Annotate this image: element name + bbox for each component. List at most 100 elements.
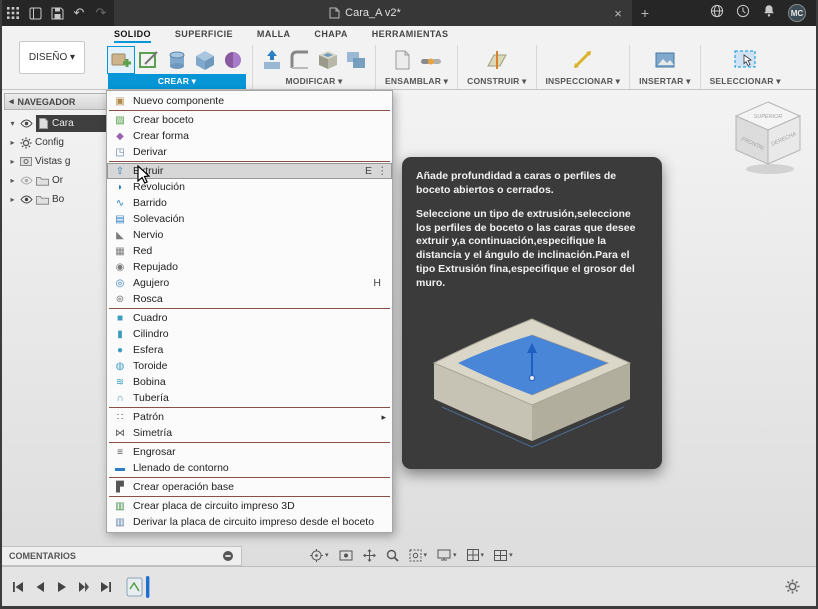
menu-item-llenado-de-contorno[interactable]: ▬ Llenado de contorno: [107, 460, 392, 476]
menu-item-crear-boceto[interactable]: ▨ Crear boceto: [107, 112, 392, 128]
timeline-feature-sketch[interactable]: [126, 574, 156, 600]
browser-header[interactable]: ◂ NAVEGADOR: [4, 93, 122, 110]
pan-icon[interactable]: [362, 548, 376, 562]
collapse-icon[interactable]: ▸: [8, 176, 17, 185]
step-back-icon[interactable]: [32, 579, 48, 595]
collapse-icon[interactable]: ▸: [8, 138, 17, 147]
collapse-icon[interactable]: ▸: [8, 157, 17, 166]
toolbar-group-label-crear[interactable]: CREAR ▾: [108, 74, 246, 89]
toolbar-group-label-construir[interactable]: CONSTRUIR ▾: [464, 74, 529, 89]
visibility-eye-icon[interactable]: [20, 195, 33, 204]
viewports-icon[interactable]: ▾: [494, 549, 513, 561]
user-avatar[interactable]: MC: [788, 4, 806, 22]
menu-item-revolucion[interactable]: ◗ Revolución: [107, 179, 392, 195]
menu-item-toroide[interactable]: ◍ Toroide: [107, 358, 392, 374]
expand-icon[interactable]: ▾: [8, 119, 17, 128]
menu-item-nuevo-componente[interactable]: ▣ Nuevo componente: [107, 93, 392, 109]
menu-item-derivar[interactable]: ◳ Derivar: [107, 144, 392, 160]
job-status-icon[interactable]: [736, 4, 750, 23]
collapse-panel-icon[interactable]: ◂: [9, 96, 14, 107]
menu-item-simetria[interactable]: ⋈ Simetría: [107, 425, 392, 441]
orbit-icon[interactable]: ▾: [310, 548, 329, 562]
create-box-icon[interactable]: [192, 47, 218, 73]
browser-item-sketches[interactable]: ▸ Bo: [4, 190, 122, 209]
tab-chapa[interactable]: CHAPA: [314, 29, 347, 43]
menu-item-cuadro[interactable]: ■ Cuadro: [107, 310, 392, 326]
menu-item-extruir[interactable]: ⇧ Extruir E ⋮: [107, 163, 392, 179]
create-sketch-icon[interactable]: [136, 47, 162, 73]
menu-item-crear-forma[interactable]: ◆ Crear forma: [107, 128, 392, 144]
play-icon[interactable]: [54, 579, 70, 595]
measure-icon[interactable]: [570, 47, 596, 73]
collapse-icon[interactable]: ▸: [8, 195, 17, 204]
workspace-switcher-button[interactable]: DISEÑO ▾: [18, 41, 86, 74]
zoom-icon[interactable]: [386, 549, 399, 562]
notification-bell-icon[interactable]: [762, 3, 776, 23]
menu-item-tuberia[interactable]: ∩ Tubería: [107, 390, 392, 406]
comments-options-icon[interactable]: [222, 550, 234, 562]
menu-item-nervio[interactable]: ◣ Nervio: [107, 227, 392, 243]
display-settings-icon[interactable]: ▾: [437, 549, 457, 561]
menu-item-bobina[interactable]: ≋ Bobina: [107, 374, 392, 390]
new-tab-button[interactable]: +: [632, 5, 658, 21]
document-tab[interactable]: Cara_A v2* ×: [114, 0, 632, 26]
menu-item-solevacion[interactable]: ▤ Solevación: [107, 211, 392, 227]
undo-icon[interactable]: ↶: [68, 0, 90, 26]
assemble-component-icon[interactable]: [390, 47, 416, 73]
more-options-icon[interactable]: ⋮: [377, 165, 388, 177]
menu-item-esfera[interactable]: ● Esfera: [107, 342, 392, 358]
toolbar-group-label-seleccionar[interactable]: SELECCIONAR ▾: [707, 74, 784, 89]
tab-malla[interactable]: MALLA: [257, 29, 291, 43]
menu-item-crear-placa-3d[interactable]: ▥ Crear placa de circuito impreso 3D: [107, 498, 392, 514]
menu-item-agujero[interactable]: ◎ Agujero H: [107, 275, 392, 291]
shell-icon[interactable]: [315, 47, 341, 73]
timeline-settings-gear-icon[interactable]: [785, 579, 800, 594]
toolbar-group-label-modificar[interactable]: MODIFICAR ▾: [259, 74, 369, 89]
menu-item-rosca[interactable]: ⊛ Rosca: [107, 291, 392, 307]
toolbar-group-label-inspeccionar[interactable]: INSPECCIONAR ▾: [543, 74, 624, 89]
combine-icon[interactable]: [343, 47, 369, 73]
go-to-start-icon[interactable]: [10, 579, 26, 595]
joint-icon[interactable]: [418, 47, 444, 73]
visibility-eye-off-icon[interactable]: [20, 176, 33, 185]
toolbar-group-label-insertar[interactable]: INSERTAR ▾: [636, 74, 693, 89]
menu-item-patron[interactable]: ∷ Patrón ▸: [107, 409, 392, 425]
menu-item-crear-operacion-base[interactable]: ▛ Crear operación base: [107, 479, 392, 495]
menu-item-red[interactable]: ▦ Red: [107, 243, 392, 259]
fillet-icon[interactable]: [287, 47, 313, 73]
globe-icon[interactable]: [710, 4, 724, 23]
step-forward-icon[interactable]: [76, 579, 92, 595]
timeline-position-marker[interactable]: [146, 575, 150, 598]
menu-item-barrido[interactable]: ∿ Barrido: [107, 195, 392, 211]
toolbar-group-label-ensamblar[interactable]: ENSAMBLAR ▾: [382, 74, 451, 89]
create-form-icon[interactable]: [220, 47, 246, 73]
menu-item-cilindro[interactable]: ▮ Cilindro: [107, 326, 392, 342]
new-component-icon[interactable]: [107, 45, 135, 74]
save-icon[interactable]: [46, 0, 68, 26]
fit-view-icon[interactable]: ▾: [409, 549, 427, 562]
menu-item-engrosar[interactable]: ≡ Engrosar: [107, 444, 392, 460]
visibility-eye-icon[interactable]: [20, 119, 33, 128]
tab-superficie[interactable]: SUPERFICIE: [175, 29, 233, 43]
insert-icon[interactable]: [652, 47, 678, 73]
browser-item-origin[interactable]: ▸ Or: [4, 171, 122, 190]
go-to-end-icon[interactable]: [98, 579, 114, 595]
browser-item-settings[interactable]: ▸ Config: [4, 133, 122, 152]
data-panel-icon[interactable]: [24, 0, 46, 26]
viewcube[interactable]: SUPERIOR FRONTAL DERECHA: [726, 94, 810, 178]
app-grid-icon[interactable]: [2, 0, 24, 26]
press-pull-icon[interactable]: [259, 47, 285, 73]
tab-herramientas[interactable]: HERRAMIENTAS: [372, 29, 449, 43]
select-icon[interactable]: [732, 47, 758, 73]
browser-item-document[interactable]: ▾ Cara: [4, 114, 122, 133]
comments-bar[interactable]: COMENTARIOS: [2, 546, 242, 566]
menu-item-derivar-placa[interactable]: ▥ Derivar la placa de circuito impreso de…: [107, 514, 392, 530]
browser-item-named-views[interactable]: ▸ Vistas g: [4, 152, 122, 171]
menu-item-repujado[interactable]: ◉ Repujado: [107, 259, 392, 275]
close-tab-icon[interactable]: ×: [610, 6, 626, 21]
create-cylinder-icon[interactable]: [164, 47, 190, 73]
tab-solido[interactable]: SOLIDO: [114, 29, 151, 43]
grid-settings-icon[interactable]: ▾: [466, 549, 484, 561]
look-at-icon[interactable]: [339, 550, 353, 561]
construction-plane-icon[interactable]: [484, 47, 510, 73]
